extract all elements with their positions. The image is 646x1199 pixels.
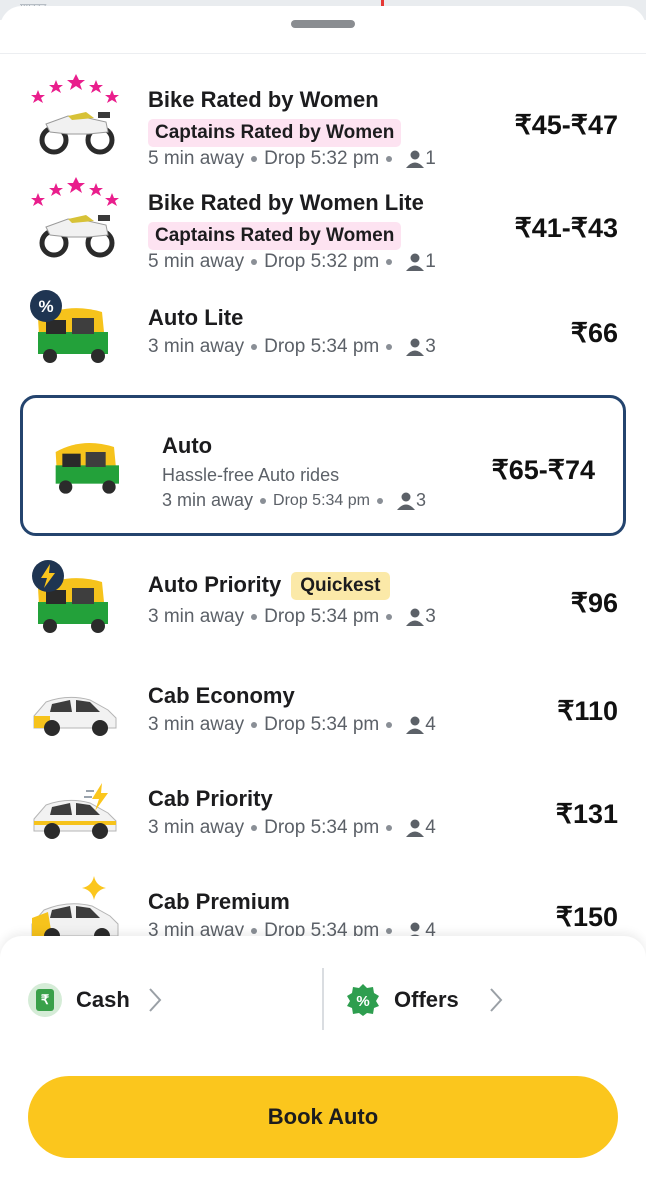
seat-count: 1 [425,148,436,169]
ride-name: Bike Rated by Women Lite [148,190,424,215]
person-icon [406,338,425,356]
ride-meta: 3 min away Drop 5:34 pm 4 [148,714,436,736]
payment-label: Cash [76,987,130,1012]
seat-count: 3 [425,336,436,357]
drag-handle[interactable] [291,20,355,28]
drop-time: Drop 5:34 pm [273,491,370,509]
drop-time: Drop 5:32 pm [264,251,380,272]
auto-priority-icon [32,560,108,633]
seat-count: 4 [425,920,436,936]
ride-subtitle: Hassle-free Auto rides [162,465,340,485]
captains-tag: Captains Rated by Women [148,119,402,147]
cab-premium-icon [31,876,119,936]
ride-meta: 3 min away Drop 5:34 pm 3 [148,606,436,628]
auto-rickshaw-icon [55,443,119,494]
ride-meta: 5 min away Drop 5:32 pm 1 [148,148,436,170]
ride-name: Bike Rated by Women [148,87,379,112]
ride-option-auto-lite[interactable]: % Auto Lite 3 min away Drop 5:34 pm 3 ₹6… [0,288,646,388]
ride-meta: 3 min away Drop 5:34 pm 4 [148,920,436,936]
eta-text: 3 min away [148,920,245,936]
cash-icon: ₹ [28,983,62,1017]
ride-option-bike-rated-by-women[interactable]: Bike Rated by Women Captains Rated by Wo… [0,72,646,172]
seat-count: 1 [425,251,436,272]
offers-label: Offers [394,987,459,1012]
svg-text:%: % [356,993,369,1010]
offers-badge-icon: % [347,984,379,1016]
ride-price: ₹41-₹43 [514,213,618,243]
women-rated-bike-icon [31,177,119,258]
divider [322,968,324,1030]
ride-meta: 3 min away Drop 5:34 pm 3 [162,490,426,511]
seat-count: 3 [425,606,436,627]
person-icon [406,608,425,626]
ride-name: Auto [162,433,213,458]
seat-count: 3 [415,490,426,510]
person-icon [406,253,425,271]
offers-selector[interactable]: % Offers [346,980,503,1020]
eta-text: 3 min away [162,490,254,510]
ride-option-auto-priority[interactable]: Auto Priority Quickest 3 min away Drop 5:… [0,558,646,658]
auto-discount-icon: % [30,290,108,363]
person-icon [410,922,420,936]
eta-text: 5 min away [148,251,245,272]
booking-bar: ₹ Cash % Offers Book Auto [0,936,646,1199]
ride-name: Auto Priority Quickest [148,572,390,601]
eta-text: 3 min away [148,606,245,627]
eta-text: 3 min away [148,336,245,357]
chevron-right-icon [149,988,162,1012]
ride-name: Cab Priority [148,786,273,811]
ride-meta: 3 min away Drop 5:34 pm 4 [148,817,436,839]
ride-name: Auto Lite [148,305,244,330]
person-icon [406,716,425,734]
women-rated-bike-icon [31,74,119,155]
seat-count: 4 [425,714,436,735]
cab-economy-icon [33,696,117,736]
ride-option-cab-priority[interactable]: Cab Priority 3 min away Drop 5:34 pm 4 ₹… [0,769,646,869]
person-icon [406,150,425,168]
payment-method-selector[interactable]: ₹ Cash [28,980,162,1020]
ride-price: ₹45-₹47 [514,110,618,140]
sheet-header [0,6,646,54]
quickest-badge: Quickest [291,572,390,601]
person-icon [396,492,415,510]
eta-text: 3 min away [148,714,245,735]
eta-text: 3 min away [148,817,245,838]
svg-text:%: % [38,297,53,316]
ride-name: Cab Premium [148,889,290,914]
drop-time: Drop 5:34 pm [264,714,380,735]
drop-time: Drop 5:34 pm [264,336,380,357]
book-auto-button[interactable]: Book Auto [28,1076,618,1158]
ride-option-cab-economy[interactable]: Cab Economy 3 min away Drop 5:34 pm 4 ₹1… [0,666,646,766]
ride-price: ₹131 [555,799,618,829]
person-icon [406,819,425,837]
ride-price: ₹96 [570,588,618,618]
ride-meta: 5 min away Drop 5:32 pm 1 [148,251,436,273]
ride-name: Cab Economy [148,683,295,708]
seat-count: 4 [425,817,436,838]
captains-tag: Captains Rated by Women [148,222,402,250]
ride-price: ₹150 [555,902,618,932]
eta-text: 5 min away [148,148,245,169]
ride-price: ₹66 [570,318,618,348]
ride-option-auto-selected[interactable]: Auto Hassle-free Auto rides 3 min away D… [20,395,626,536]
drop-time: Drop 5:34 pm [264,920,380,936]
ride-price: ₹110 [557,696,618,726]
drop-time: Drop 5:34 pm [264,817,380,838]
ride-price: ₹65-₹74 [491,455,595,485]
drop-time: Drop 5:34 pm [264,606,380,627]
ride-meta: 3 min away Drop 5:34 pm 3 [148,336,436,358]
ride-option-cab-premium[interactable]: Cab Premium 3 min away Drop 5:34 pm 4 ₹1… [0,872,646,936]
ride-options-sheet: Bike Rated by Women Captains Rated by Wo… [0,6,646,936]
drop-time: Drop 5:32 pm [264,148,380,169]
chevron-right-icon [490,988,503,1012]
ride-option-bike-rated-by-women-lite[interactable]: Bike Rated by Women Lite Captains Rated … [0,175,646,275]
cab-priority-icon [33,783,117,839]
